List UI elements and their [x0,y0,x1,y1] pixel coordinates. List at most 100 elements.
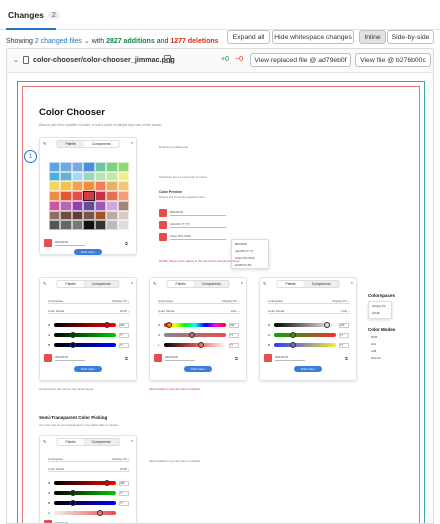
slider-R-value: 230 [119,480,129,486]
palette-swatch [117,210,129,221]
slider-G-value: 77 [119,490,129,496]
format-option-rgb: rgb(230,77,77) [235,248,254,253]
colorspace-option-srgb: sRGB [372,310,380,315]
card-tab-components: Components [303,281,339,287]
slider-G-value: 77 [339,332,349,338]
palette-swatch [60,191,72,201]
preview-chip-2 [159,221,167,229]
slider-H-knob [165,322,172,328]
color-preview-row: #E64D4D ⧉ [44,239,128,247]
card-tab-components: Components [83,439,119,445]
slider-S-value: 77 [229,332,239,338]
slider-S-track [164,332,226,338]
card-tab-switcher: Palette Components [276,280,340,288]
palette-swatch [49,181,61,192]
slider-B-knob [289,342,296,348]
pick-color-button: Pick Color [294,366,322,372]
palette-swatch [49,200,61,211]
format-option-hex: #E64D4D [235,241,248,246]
pick-color-button: Pick Color [74,366,102,372]
palette-swatch [83,191,95,201]
slider-S: S 77 [158,332,239,338]
changed-files-link[interactable]: 2 changed files [35,38,82,45]
palette-swatch [94,171,107,182]
palette-swatch [83,181,95,192]
preview-chip-3 [159,233,167,241]
file-header: ⌄ color-chooser/color-chooser_jimmac.png… [6,48,434,72]
view-replaced-file-button[interactable]: View replaced file @ ad79eb0f [250,53,351,67]
card-tab-palette: Palette [65,440,76,444]
colorspace-field: Colorspace Display P3 ⌄ [48,298,130,304]
copy-path-icon[interactable] [164,55,171,63]
hex-value: #E64D4D [55,240,85,246]
palette-swatch [94,220,107,230]
deletions-count: 1277 deletions [170,38,219,45]
note-palette-desc: Swatches from a preset list of colors [159,175,208,179]
collapse-chevron-icon[interactable]: ⌄ [13,56,19,64]
colorspace-field-label: Colorspace [268,298,284,303]
summary-and: and [156,38,169,45]
card-tab-palette: Palette [57,141,84,147]
slider-B-knob [69,500,76,506]
slider-R-track [54,480,116,486]
note-color-preview: Color Preview [159,190,182,194]
copy-icon: ⧉ [125,240,128,246]
image-diff-viewer: Color Chooser Allow to pick from a palet… [6,72,434,524]
note-red-format: NOTE: Show exact values in the format th… [159,259,240,263]
components-card-alpha: ✎ Palette Components × Colorspace Display… [39,435,137,523]
tab-changes[interactable]: Changes 2 [8,10,60,20]
card-tab-palette: Palette [175,282,186,286]
colorspace-field-label: Colorspace [48,298,64,303]
colorspace-field: Colorspace Display P3 ⌄ [48,456,130,462]
preview-chip-1 [159,209,167,217]
side-by-side-button[interactable]: Side-by-side [387,30,434,44]
eyedropper-icon: ✎ [43,439,47,444]
color-modes-heading: Color Modes [368,327,396,332]
preview-field-3: hsl(0,75%,60%) [159,233,226,241]
view-file-button[interactable]: View file @ b276b00c [355,53,431,67]
color-modes-list: RGB HSL LAB OKLCH [368,333,384,361]
slider-S-knob [188,332,195,338]
palette-swatch [60,200,72,211]
palette-swatch [83,171,95,182]
copy-icon: ⧉ [345,355,348,361]
inline-view-button[interactable]: Inline [359,30,386,44]
palette-swatch [106,210,118,221]
note-alpha-slider: Alpha added to preview when enabled [149,459,200,463]
mode-lab: LAB [371,348,377,353]
file-path[interactable]: color-chooser/color-chooser_jimmac.png [33,55,175,64]
eyedropper-icon: ✎ [153,281,157,286]
card-tab-switcher: Palette Components [166,280,230,288]
swatch-grid [49,162,129,230]
colorspace-field: Colorspace Display P3 ⌄ [158,298,240,304]
slider-B-value: 77 [119,500,129,506]
image-file-icon [23,56,29,64]
slider-R: R 230 [48,322,129,328]
palette-swatch [83,220,95,230]
palette-swatch [83,210,95,221]
slider-alpha-track [54,510,116,516]
additions-count: 2827 additions [106,38,155,45]
note-default-palette: Default for palette tab [159,145,188,149]
slider-H-track [164,322,226,328]
slider-R: R 230 [48,480,129,486]
hide-whitespace-button[interactable]: Hide whitespace changes [272,30,354,44]
palette-card: ✎ Palette Components × #E64D4D ⧉ Pick Co… [39,137,137,255]
lines-removed: −0 [235,56,243,63]
semi-transparent-desc: If a color can be semi-transparent, the … [39,423,120,427]
color-model-field-label: Color Model [48,466,65,471]
format-popover: #E64D4D rgb(230,77,77) hsl(0,75%,60%) la… [231,239,269,269]
image-frame-new[interactable]: Color Chooser Allow to pick from a palet… [22,86,420,523]
color-model-field: Color Model LAB ⌄ [268,308,350,314]
chevron-down-icon[interactable]: ⌄ [84,38,90,45]
palette-swatch [117,162,129,172]
add-comment-pin-icon[interactable]: 1 [24,150,37,163]
preview-field-1-value: #E64D4D [170,210,226,216]
slider-G: G 77 [48,490,129,496]
summary-with: with [91,38,105,45]
expand-all-button[interactable]: Expand all [227,30,270,44]
color-preview-chip [44,239,52,247]
slider-G: G 77 [48,332,129,338]
palette-swatch [94,162,107,172]
color-model-field-value: RGB ⌄ [120,466,130,471]
